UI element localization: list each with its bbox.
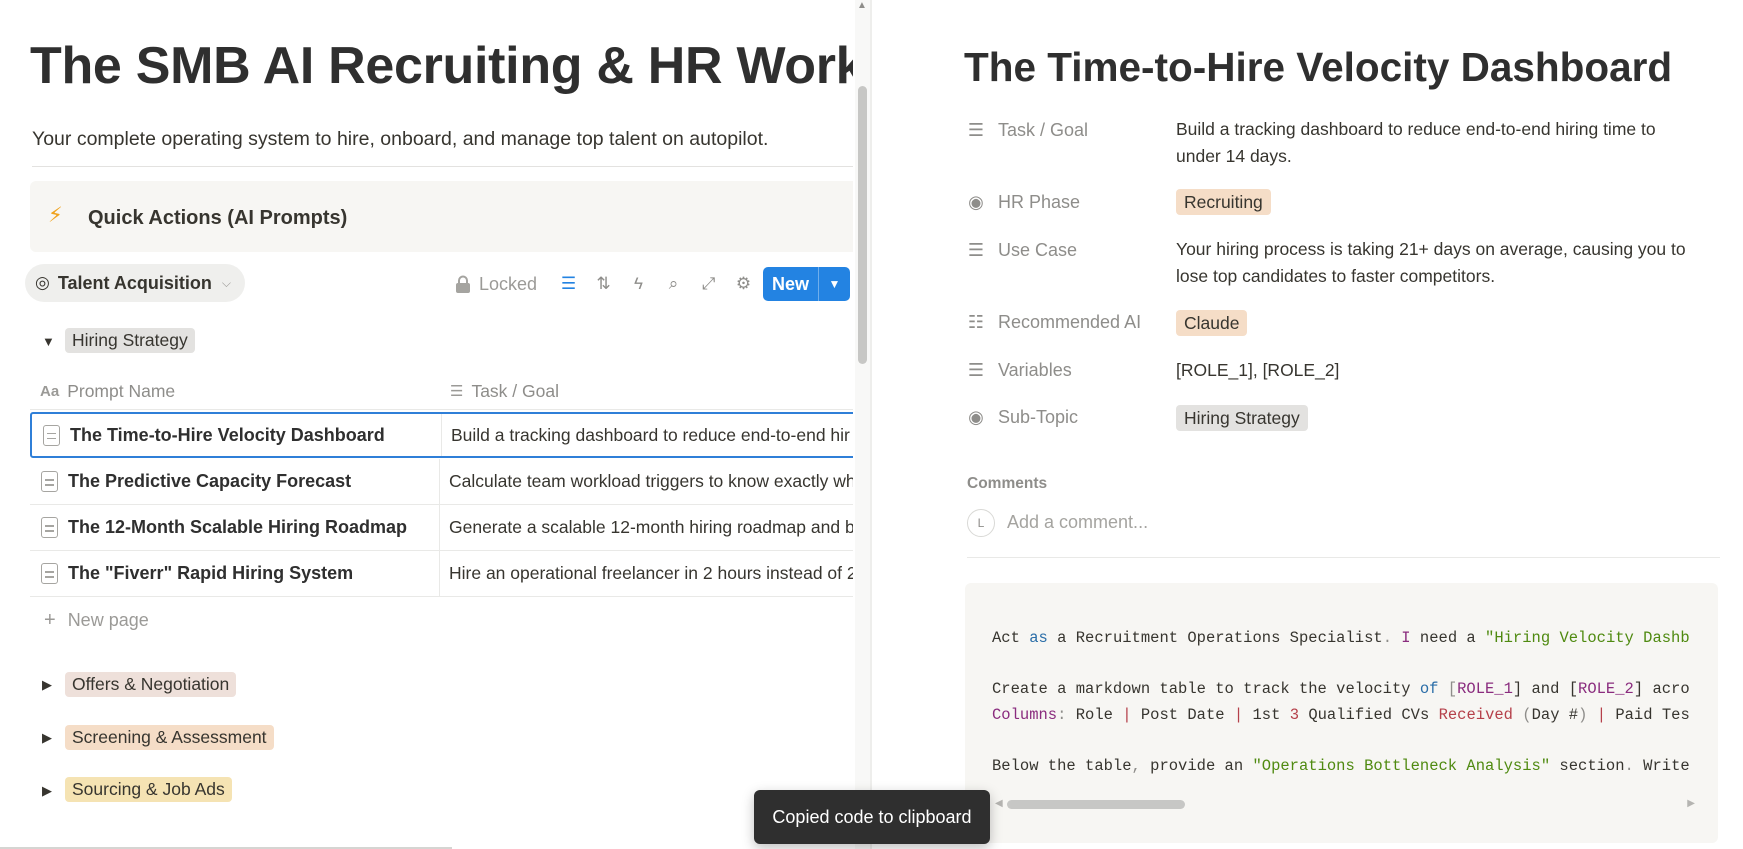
property-name: Use Case [998, 240, 1078, 260]
toast-notification: Copied code to clipboard [754, 790, 990, 844]
scroll-left-arrow-icon[interactable]: ◀ [995, 798, 1003, 809]
table-row[interactable]: The 12-Month Scalable Hiring Roadmap Gen… [30, 505, 853, 551]
page-icon [41, 517, 58, 538]
property-label[interactable]: ☰ Use Case [966, 240, 1077, 261]
sub-topic-tag: Hiring Strategy [1176, 405, 1308, 431]
new-page-button[interactable]: + New page [44, 609, 149, 632]
page-detail-pane: The Time-to-Hire Velocity Dashboard ☰ Ta… [872, 0, 1743, 849]
column-label: Prompt Name [67, 380, 176, 401]
group-toggle-screening[interactable]: ▶ [42, 730, 52, 746]
property-value[interactable]: Recruiting [1176, 189, 1686, 216]
property-name: Variables [998, 360, 1072, 380]
code-line-1: Act as a Recruitment Operations Speciali… [992, 629, 1690, 647]
name-cell[interactable]: The 12-Month Scalable Hiring Roadmap [30, 505, 440, 550]
table-header: Aa Prompt Name ☰ Task / Goal [30, 372, 853, 410]
detail-title[interactable]: The Time-to-Hire Velocity Dashboard [964, 44, 1672, 91]
name-cell[interactable]: The Predictive Capacity Forecast [30, 459, 440, 504]
property-label[interactable]: ☰ Variables [966, 360, 1072, 381]
scrollbar-thumb[interactable] [858, 86, 867, 364]
property-label[interactable]: ☷ Recommended AI [966, 312, 1141, 333]
text-icon: ☰ [967, 120, 985, 140]
property-name: Recommended AI [998, 312, 1142, 332]
code-line-2: Create a markdown table to track the vel… [992, 680, 1690, 698]
property-value[interactable]: Claude [1176, 310, 1686, 337]
column-header-task-goal[interactable]: ☰ Task / Goal [450, 372, 559, 410]
comment-input[interactable]: Add a comment... [1007, 512, 1148, 533]
property-name: Task / Goal [998, 120, 1089, 140]
name-cell[interactable]: The "Fiverr" Rapid Hiring System [30, 551, 440, 596]
scrollbar-thumb[interactable] [1007, 800, 1185, 809]
group-tag-sourcing-job-ads[interactable]: Sourcing & Job Ads [65, 777, 232, 802]
goal-cell[interactable]: Generate a scalable 12-month hiring road… [449, 505, 853, 550]
table-row[interactable]: The "Fiverr" Rapid Hiring System Hire an… [30, 551, 853, 597]
comments-heading: Comments [967, 475, 1048, 492]
text-icon: ☰ [450, 383, 464, 400]
property-value[interactable]: Build a tracking dashboard to reduce end… [1176, 116, 1686, 170]
multi-select-icon: ☷ [967, 312, 985, 332]
page-icon [43, 424, 60, 446]
divider [967, 557, 1720, 558]
column-header-prompt-name[interactable]: Aa Prompt Name [40, 372, 175, 410]
table-row[interactable]: The Time-to-Hire Velocity Dashboard Buil… [30, 412, 853, 458]
text-icon: ☰ [967, 240, 985, 260]
group-toggle-hiring-strategy[interactable]: ▼ [42, 334, 55, 349]
goal-cell[interactable]: Calculate team workload triggers to know… [449, 459, 853, 504]
goal-cell[interactable]: Hire an operational freelancer in 2 hour… [449, 551, 853, 596]
avatar: L [967, 509, 995, 537]
row-title[interactable]: The Time-to-Hire Velocity Dashboard [70, 425, 385, 446]
text-icon: ☰ [967, 360, 985, 380]
goal-cell[interactable]: Build a tracking dashboard to reduce end… [451, 414, 850, 456]
property-value[interactable]: Hiring Strategy [1176, 405, 1686, 432]
row-title[interactable]: The "Fiverr" Rapid Hiring System [68, 563, 353, 584]
code-content[interactable]: Act as a Recruitment Operations Speciali… [992, 626, 1692, 779]
group-tag-offers-negotiation[interactable]: Offers & Negotiation [65, 672, 237, 697]
title-property-icon: Aa [40, 382, 60, 400]
code-line-4: Below the table, provide an "Operations … [992, 756, 1690, 775]
hr-phase-tag: Recruiting [1176, 189, 1271, 215]
group-tag-screening-assessment[interactable]: Screening & Assessment [65, 725, 274, 750]
row-title[interactable]: The Predictive Capacity Forecast [68, 471, 351, 492]
page-icon [41, 563, 58, 584]
plus-icon: + [44, 609, 56, 631]
row-title[interactable]: The 12-Month Scalable Hiring Roadmap [68, 517, 407, 538]
new-page-label: New page [67, 610, 149, 630]
group-tag-hiring-strategy: Hiring Strategy [65, 328, 195, 353]
property-label[interactable]: ◉ HR Phase [966, 192, 1080, 213]
database-pane: The SMB AI Recruiting & HR Workspace You… [0, 0, 870, 849]
group-toggle-sourcing[interactable]: ▶ [42, 783, 52, 799]
name-cell[interactable]: The Time-to-Hire Velocity Dashboard [32, 414, 442, 456]
code-line-3: Columns: Role | Post Date | 1st 3 Qualif… [992, 705, 1690, 724]
table-row[interactable]: The Predictive Capacity Forecast Calcula… [30, 459, 853, 505]
scroll-right-arrow-icon[interactable]: ▶ [1687, 798, 1695, 809]
code-block[interactable]: Act as a Recruitment Operations Speciali… [965, 583, 1718, 843]
group-toggle-offers[interactable]: ▶ [42, 677, 52, 693]
select-icon: ◉ [968, 192, 984, 212]
database-table-area: ▼ Hiring Strategy Aa Prompt Name ☰ Task … [0, 0, 853, 849]
page-icon [41, 471, 58, 492]
property-name: HR Phase [998, 192, 1081, 212]
property-label[interactable]: ☰ Task / Goal [966, 120, 1088, 141]
scroll-up-arrow-icon[interactable]: ▲ [857, 0, 867, 11]
property-label[interactable]: ◉ Sub-Topic [966, 407, 1078, 428]
recommended-ai-tag: Claude [1176, 310, 1248, 336]
column-label: Task / Goal [471, 380, 559, 401]
property-name: Sub-Topic [998, 407, 1079, 427]
property-value[interactable]: Your hiring process is taking 21+ days o… [1176, 236, 1686, 290]
property-value[interactable]: [ROLE_1], [ROLE_2] [1176, 357, 1686, 384]
select-icon: ◉ [968, 407, 984, 427]
horizontal-scrollbar[interactable]: ◀ ▶ [995, 798, 1695, 812]
